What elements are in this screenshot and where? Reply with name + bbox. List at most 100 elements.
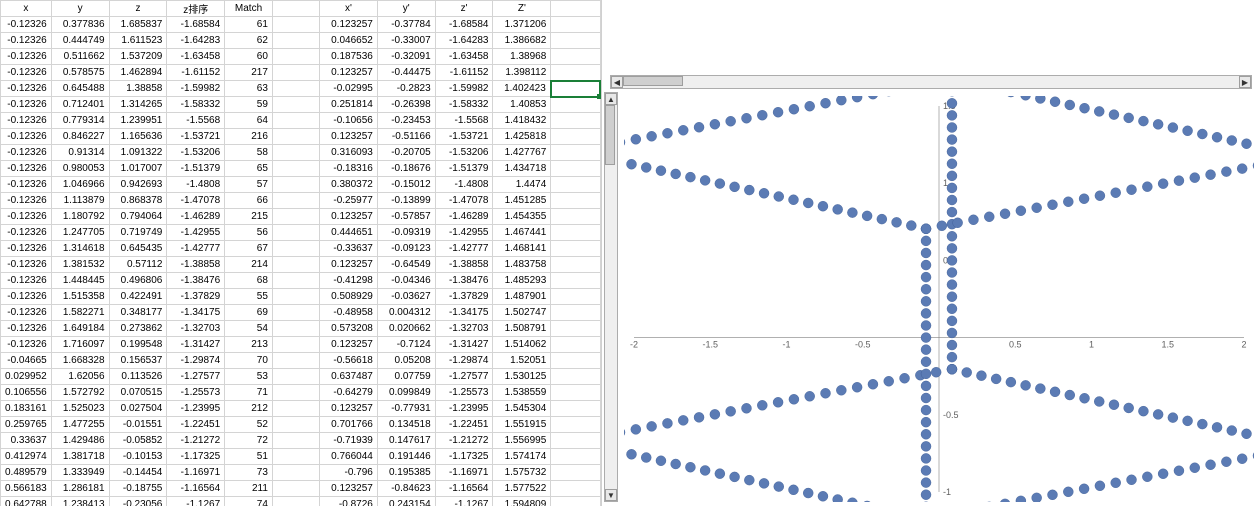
cell[interactable]: 0.573208: [320, 321, 378, 337]
cell[interactable]: -0.7124: [377, 337, 435, 353]
cell[interactable]: -1.17325: [167, 449, 225, 465]
cell[interactable]: 0.243154: [377, 497, 435, 506]
table-row[interactable]: -0.123261.1138790.868378-1.4707866-0.259…: [1, 193, 601, 209]
cell-tail[interactable]: [551, 289, 600, 305]
cell[interactable]: -1.42955: [435, 225, 493, 241]
cell[interactable]: -0.12326: [1, 17, 52, 33]
cell[interactable]: 0.046652: [320, 33, 378, 49]
cell[interactable]: -0.23453: [377, 113, 435, 129]
cell[interactable]: 70: [225, 353, 273, 369]
cell[interactable]: 0.645435: [109, 241, 167, 257]
cell[interactable]: [272, 193, 319, 209]
cell[interactable]: 1.716097: [51, 337, 109, 353]
cell[interactable]: 211: [225, 481, 273, 497]
table-row[interactable]: 0.6427881.238413-0.23056-1.126774-0.8726…: [1, 497, 601, 506]
cell[interactable]: [272, 161, 319, 177]
cell[interactable]: -0.15012: [377, 177, 435, 193]
col-header-zz[interactable]: Z': [493, 1, 551, 17]
cell[interactable]: 1.582271: [51, 305, 109, 321]
cell[interactable]: 0.719749: [109, 225, 167, 241]
cell[interactable]: 68: [225, 273, 273, 289]
cell[interactable]: 216: [225, 129, 273, 145]
cell[interactable]: 61: [225, 17, 273, 33]
cell[interactable]: -0.2823: [377, 81, 435, 97]
cell[interactable]: 1.429486: [51, 433, 109, 449]
cell[interactable]: 1.4474: [493, 177, 551, 193]
cell[interactable]: 215: [225, 209, 273, 225]
table-row[interactable]: -0.123260.7124011.314265-1.58332590.2518…: [1, 97, 601, 113]
cell[interactable]: 0.020662: [377, 321, 435, 337]
table-row[interactable]: -0.123260.6454881.38858-1.5998263-0.0299…: [1, 81, 601, 97]
cell-tail[interactable]: [551, 337, 600, 353]
cell[interactable]: -1.16564: [435, 481, 493, 497]
cell[interactable]: 1.451285: [493, 193, 551, 209]
cell[interactable]: 0.123257: [320, 401, 378, 417]
cell[interactable]: 0.712401: [51, 97, 109, 113]
cell[interactable]: -0.12326: [1, 289, 52, 305]
cell[interactable]: -1.21272: [167, 433, 225, 449]
cell[interactable]: -1.61152: [435, 65, 493, 81]
cell[interactable]: 0.348177: [109, 305, 167, 321]
cell[interactable]: -1.16971: [167, 465, 225, 481]
cell[interactable]: [272, 497, 319, 506]
col-header-z2[interactable]: z': [435, 1, 493, 17]
cell[interactable]: -1.31427: [435, 337, 493, 353]
cell[interactable]: -1.59982: [167, 81, 225, 97]
cell-tail[interactable]: [551, 369, 600, 385]
cell[interactable]: 0.259765: [1, 417, 52, 433]
cell[interactable]: 1.398112: [493, 65, 551, 81]
cell[interactable]: -1.31427: [167, 337, 225, 353]
cell[interactable]: -0.77931: [377, 401, 435, 417]
cell[interactable]: 0.496806: [109, 273, 167, 289]
cell[interactable]: 214: [225, 257, 273, 273]
cell[interactable]: 1.434718: [493, 161, 551, 177]
cell[interactable]: [272, 81, 319, 97]
cell[interactable]: -0.64549: [377, 257, 435, 273]
scroll-v-track[interactable]: [605, 105, 617, 489]
cell[interactable]: 0.57112: [109, 257, 167, 273]
cell[interactable]: [272, 433, 319, 449]
cell[interactable]: -0.12326: [1, 81, 52, 97]
cell[interactable]: 0.099849: [377, 385, 435, 401]
cell[interactable]: 0.566183: [1, 481, 52, 497]
cell[interactable]: 1.427767: [493, 145, 551, 161]
cell[interactable]: 0.508929: [320, 289, 378, 305]
cell[interactable]: 0.578575: [51, 65, 109, 81]
cell[interactable]: [272, 17, 319, 33]
cell[interactable]: 74: [225, 497, 273, 506]
cell[interactable]: -1.32703: [435, 321, 493, 337]
cell[interactable]: [272, 321, 319, 337]
col-header-match[interactable]: Match: [225, 1, 273, 17]
chart-scrollbar-vertical[interactable]: ▲ ▼: [604, 92, 618, 502]
cell-tail[interactable]: [551, 321, 600, 337]
cell[interactable]: -0.18755: [109, 481, 167, 497]
cell[interactable]: 69: [225, 305, 273, 321]
cell[interactable]: 1.286181: [51, 481, 109, 497]
cell[interactable]: -1.27577: [435, 369, 493, 385]
cell[interactable]: 72: [225, 433, 273, 449]
cell[interactable]: -1.58332: [167, 97, 225, 113]
cell[interactable]: -1.58332: [435, 97, 493, 113]
cell-tail[interactable]: [551, 353, 600, 369]
cell[interactable]: 51: [225, 449, 273, 465]
cell[interactable]: -0.84623: [377, 481, 435, 497]
cell[interactable]: 1.551915: [493, 417, 551, 433]
cell[interactable]: -1.25573: [167, 385, 225, 401]
cell[interactable]: -1.21272: [435, 433, 493, 449]
cell[interactable]: -0.12326: [1, 65, 52, 81]
cell[interactable]: 71: [225, 385, 273, 401]
cell[interactable]: 1.467441: [493, 225, 551, 241]
cell[interactable]: -1.46289: [167, 209, 225, 225]
scroll-v-thumb[interactable]: [605, 105, 615, 165]
cell[interactable]: -1.61152: [167, 65, 225, 81]
table-row[interactable]: -0.123261.1807920.794064-1.462892150.123…: [1, 209, 601, 225]
scroll-up-icon[interactable]: ▲: [605, 93, 617, 105]
cell[interactable]: 0.027504: [109, 401, 167, 417]
cell[interactable]: 0.33637: [1, 433, 52, 449]
cell[interactable]: -0.71939: [320, 433, 378, 449]
cell-tail[interactable]: [551, 273, 600, 289]
cell[interactable]: 0.199548: [109, 337, 167, 353]
cell-tail[interactable]: [551, 385, 600, 401]
scroll-h-track[interactable]: [623, 76, 1239, 88]
cell[interactable]: -0.12326: [1, 113, 52, 129]
